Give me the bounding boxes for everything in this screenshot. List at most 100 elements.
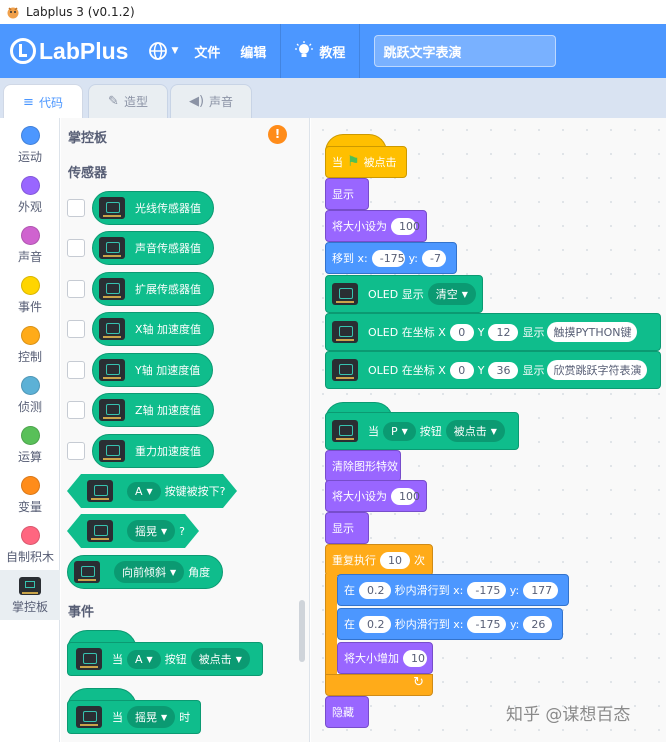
reporter-accel-y[interactable]: Y轴 加速度值: [92, 353, 214, 387]
chevron-down-icon: ▼: [146, 654, 153, 664]
category-looks[interactable]: 外观: [0, 170, 60, 220]
text-input[interactable]: 欣赏跳跃字符表演: [547, 360, 648, 380]
dropdown-value: A: [135, 484, 143, 498]
board-icon: [19, 577, 41, 595]
reporter-accel-z[interactable]: Z轴 加速度值: [92, 393, 215, 427]
project-title-input[interactable]: [374, 35, 557, 67]
button-dropdown[interactable]: A ▼: [127, 649, 161, 669]
x-input[interactable]: 0: [449, 361, 474, 379]
change-size-block[interactable]: 将大小增加 10: [337, 642, 433, 674]
checkbox[interactable]: [67, 280, 85, 298]
tab-sounds[interactable]: ◀) 声音: [170, 84, 252, 118]
block-label: 按钮: [164, 653, 187, 666]
event-gesture[interactable]: 当 摇晃 ▼ 时: [67, 700, 201, 734]
category-mpython[interactable]: 掌控板: [0, 570, 60, 620]
block-label: 重力加速度值: [135, 445, 201, 458]
repeat-header[interactable]: 重复执行 10 次: [325, 544, 433, 576]
size-input[interactable]: 10: [403, 649, 427, 667]
tutorial-button[interactable]: 教程: [295, 41, 345, 61]
reporter-accel-x[interactable]: X轴 加速度值: [92, 312, 215, 346]
x-input[interactable]: -175: [371, 249, 405, 267]
block-label: Z轴 加速度值: [135, 404, 202, 417]
labplus-logo[interactable]: LabPlus: [10, 38, 128, 65]
checkbox[interactable]: [67, 361, 85, 379]
button-dropdown[interactable]: A ▼: [127, 482, 161, 501]
category-control[interactable]: 控制: [0, 320, 60, 370]
size-input[interactable]: 100: [391, 217, 420, 235]
reporter-ext-sensor[interactable]: 扩展传感器值: [92, 272, 214, 306]
dropdown-value: 清空: [435, 288, 458, 301]
show-block[interactable]: 显示: [325, 512, 369, 544]
gesture-dropdown[interactable]: 摇晃 ▼: [127, 520, 175, 542]
checkbox[interactable]: [67, 199, 85, 217]
event-button-clicked[interactable]: 当 A ▼ 按钮 被点击 ▼: [67, 642, 263, 676]
tilt-dropdown[interactable]: 向前倾斜 ▼: [114, 561, 185, 583]
x-input[interactable]: -175: [467, 615, 506, 633]
hide-block[interactable]: 隐藏: [325, 696, 369, 728]
file-menu[interactable]: 文件: [194, 42, 220, 61]
category-dot: [20, 376, 40, 395]
tab-costumes[interactable]: ✎ 造型: [88, 84, 168, 118]
action-dropdown[interactable]: 被点击 ▼: [445, 420, 505, 442]
board-icon: [76, 706, 102, 728]
action-dropdown[interactable]: 被点击 ▼: [190, 648, 250, 670]
y-input[interactable]: -7: [422, 249, 446, 267]
repeat-block[interactable]: 重复执行 10 次 在 0.2 秒内滑行到 x: -175 y: 177 在 0…: [325, 544, 569, 700]
boolean-shake[interactable]: 摇晃 ▼ ?: [67, 514, 199, 548]
goto-xy-block[interactable]: 移到 x: -175 y: -7: [325, 242, 457, 274]
edit-menu[interactable]: 编辑: [240, 42, 266, 61]
category-sound[interactable]: 声音: [0, 220, 60, 270]
y-input[interactable]: 177: [523, 581, 558, 599]
category-sensing[interactable]: 侦测: [0, 370, 60, 420]
when-button-clicked-block[interactable]: 当 P ▼ 按钮 被点击 ▼: [325, 412, 519, 450]
x-input[interactable]: 0: [449, 323, 474, 341]
when-flag-clicked-block[interactable]: 当 ⚑ 被点击: [325, 146, 407, 178]
category-variables[interactable]: 变量: [0, 470, 60, 520]
checkbox[interactable]: [67, 401, 85, 419]
reporter-sound-sensor[interactable]: 声音传感器值: [92, 231, 214, 265]
secs-input[interactable]: 0.2: [359, 615, 391, 633]
y-input[interactable]: 26: [523, 615, 552, 633]
glide-block[interactable]: 在 0.2 秒内滑行到 x: -175 y: 26: [337, 608, 563, 640]
secs-input[interactable]: 0.2: [359, 581, 391, 599]
reporter-gravity[interactable]: 重力加速度值: [92, 434, 214, 468]
dropdown-value: P: [391, 424, 398, 438]
checkbox[interactable]: [67, 320, 85, 338]
size-input[interactable]: 100: [391, 487, 420, 505]
clear-effects-block[interactable]: 清除图形特效: [325, 450, 401, 482]
show-block[interactable]: 显示: [325, 178, 369, 210]
checkbox[interactable]: [67, 239, 85, 257]
chevron-down-icon: ▼: [235, 654, 242, 664]
x-input[interactable]: -175: [467, 581, 506, 599]
text-input[interactable]: 触摸PYTHON键: [547, 322, 638, 342]
times-input[interactable]: 10: [380, 551, 410, 569]
category-motion[interactable]: 运动: [0, 120, 60, 170]
y-input[interactable]: 12: [488, 323, 519, 341]
checkbox[interactable]: [67, 442, 85, 460]
dropdown-value: 摇晃: [135, 711, 157, 724]
oled-text-block[interactable]: OLED 在坐标 X 0 Y 36 显示 欣赏跳跃字符表演: [325, 351, 661, 389]
button-dropdown[interactable]: P ▼: [383, 421, 416, 441]
tab-code[interactable]: ≡ 代码: [3, 84, 83, 119]
gesture-dropdown[interactable]: 摇晃 ▼: [127, 706, 176, 728]
reporter-light-sensor[interactable]: 光线传感器值: [92, 191, 214, 225]
language-menu[interactable]: ▼: [148, 41, 178, 61]
glide-block[interactable]: 在 0.2 秒内滑行到 x: -175 y: 177: [337, 574, 569, 606]
boolean-button-pressed[interactable]: A ▼ 按键被按下?: [67, 474, 237, 508]
oled-show-block[interactable]: OLED 显示 清空 ▼: [325, 275, 483, 313]
block-label: OLED 显示: [368, 288, 424, 301]
category-label: 变量: [17, 500, 42, 514]
oled-mode-dropdown[interactable]: 清空 ▼: [427, 283, 476, 305]
warning-icon[interactable]: !: [268, 125, 287, 144]
oled-text-block[interactable]: OLED 在坐标 X 0 Y 12 显示 触摸PYTHON键: [325, 313, 661, 351]
palette-scrollbar[interactable]: [299, 600, 305, 662]
y-input[interactable]: 36: [488, 361, 519, 379]
set-size-block[interactable]: 将大小设为 100: [325, 480, 427, 512]
category-dot: [20, 276, 40, 295]
reporter-tilt[interactable]: 向前倾斜 ▼ 角度: [67, 555, 224, 589]
set-size-block[interactable]: 将大小设为 100: [325, 210, 427, 242]
category-my-blocks[interactable]: 自制积木: [0, 520, 60, 570]
code-area[interactable]: 当 ⚑ 被点击 显示 将大小设为 100 移到 x: -175 y: -7 OL…: [311, 118, 666, 742]
category-events[interactable]: 事件: [0, 270, 60, 320]
category-operators[interactable]: 运算: [0, 420, 60, 470]
